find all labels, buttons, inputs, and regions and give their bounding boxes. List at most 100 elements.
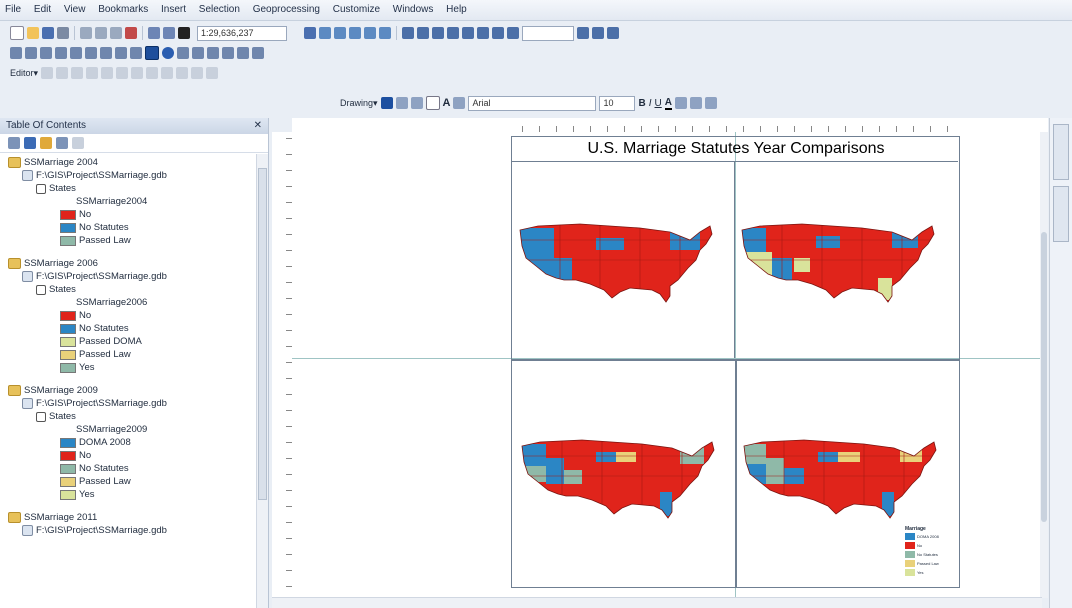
- back-icon[interactable]: [100, 47, 112, 59]
- add-data-icon[interactable]: [178, 27, 190, 39]
- hyperlink-icon[interactable]: [207, 47, 219, 59]
- select-arrow-icon[interactable]: [380, 97, 393, 109]
- toc-class[interactable]: No: [60, 449, 91, 462]
- list-by-source-icon[interactable]: [24, 137, 36, 149]
- layout-tool-icon[interactable]: [447, 27, 459, 39]
- catalog-tab[interactable]: [1053, 124, 1069, 180]
- toc-class[interactable]: Passed Law: [60, 348, 131, 361]
- zoom-out-icon[interactable]: [25, 47, 37, 59]
- menu-customize[interactable]: Customize: [328, 0, 385, 20]
- open-icon[interactable]: [27, 27, 39, 39]
- select-elements-icon[interactable]: [145, 46, 159, 60]
- italic-button[interactable]: I: [649, 98, 652, 109]
- arctoolbox-icon[interactable]: [364, 27, 376, 39]
- editor-toolbar-icon[interactable]: [304, 27, 316, 39]
- font-size-combo[interactable]: 10: [599, 95, 636, 111]
- fixed-zoom-in-icon[interactable]: [70, 47, 82, 59]
- time-slider-icon[interactable]: [237, 47, 249, 59]
- find-icon[interactable]: [177, 47, 189, 59]
- rotate-icon[interactable]: [395, 97, 408, 109]
- layer-checkbox[interactable]: [36, 284, 46, 295]
- layer-checkbox[interactable]: [36, 183, 46, 194]
- measure-icon[interactable]: [192, 47, 204, 59]
- undo-icon[interactable]: [148, 27, 160, 39]
- data-frame-2009[interactable]: [511, 360, 736, 588]
- pan-icon[interactable]: [40, 47, 52, 59]
- underline-button[interactable]: U: [655, 98, 662, 109]
- toc-icon[interactable]: [319, 27, 331, 39]
- toc-class[interactable]: Yes: [60, 488, 95, 501]
- toc-class[interactable]: Yes: [60, 361, 95, 374]
- toc-field-name[interactable]: SSMarriage2009: [76, 423, 147, 436]
- toc-layer[interactable]: States: [36, 283, 76, 296]
- layout-tool-icon[interactable]: [462, 27, 474, 39]
- menu-help[interactable]: Help: [441, 0, 472, 20]
- list-by-visibility-icon[interactable]: [40, 137, 52, 149]
- search-tab[interactable]: [1053, 186, 1069, 242]
- toc-source-path[interactable]: F:\GIS\Project\SSMarriage.gdb: [22, 397, 167, 410]
- redo-icon[interactable]: [163, 27, 175, 39]
- layout-vertical-scrollbar[interactable]: [1040, 132, 1048, 598]
- toc-data-frame[interactable]: SSMarriage 2004: [8, 156, 98, 169]
- full-extent-icon[interactable]: [55, 47, 67, 59]
- menu-file[interactable]: File: [0, 0, 26, 20]
- menu-edit[interactable]: Edit: [29, 0, 56, 20]
- options-icon[interactable]: [72, 137, 84, 149]
- menu-windows[interactable]: Windows: [388, 0, 439, 20]
- font-combo[interactable]: Arial: [468, 95, 597, 111]
- map-legend[interactable]: Marriage DOMA 2008 No No Statutes Passed La…: [905, 526, 955, 584]
- layout-tool-icon[interactable]: [607, 27, 619, 39]
- list-by-drawing-order-icon[interactable]: [8, 137, 20, 149]
- marker-color-icon[interactable]: [704, 97, 717, 109]
- menu-view[interactable]: View: [59, 0, 91, 20]
- toc-source-path[interactable]: F:\GIS\Project\SSMarriage.gdb: [22, 169, 167, 182]
- menu-geoprocessing[interactable]: Geoprocessing: [248, 0, 325, 20]
- new-icon[interactable]: [10, 26, 24, 40]
- toc-data-frame[interactable]: SSMarriage 2006: [8, 257, 98, 270]
- fixed-zoom-out-icon[interactable]: [85, 47, 97, 59]
- toc-class[interactable]: Passed Law: [60, 475, 131, 488]
- list-by-selection-icon[interactable]: [56, 137, 68, 149]
- delete-icon[interactable]: [125, 27, 137, 39]
- toc-class[interactable]: No: [60, 208, 91, 221]
- select-features-icon[interactable]: [130, 47, 142, 59]
- forward-icon[interactable]: [115, 47, 127, 59]
- layout-tool-icon[interactable]: [592, 27, 604, 39]
- toc-class[interactable]: No: [60, 309, 91, 322]
- catalog-icon[interactable]: [334, 27, 346, 39]
- identify-icon[interactable]: [162, 47, 174, 59]
- layout-horizontal-scrollbar[interactable]: [272, 597, 1042, 608]
- layout-tool-icon[interactable]: [577, 27, 589, 39]
- insert-picture-icon[interactable]: [453, 97, 466, 109]
- fill-color-icon[interactable]: [674, 97, 687, 109]
- zoom-in-icon[interactable]: [10, 47, 22, 59]
- paste-icon[interactable]: [110, 27, 122, 39]
- layout-tool-icon[interactable]: [417, 27, 429, 39]
- toc-data-frame[interactable]: SSMarriage 2009: [8, 384, 98, 397]
- layout-tool-icon[interactable]: [402, 27, 414, 39]
- html-popup-icon[interactable]: [222, 47, 234, 59]
- toc-field-name[interactable]: SSMarriage2004: [76, 195, 147, 208]
- toc-class[interactable]: DOMA 2008: [60, 436, 131, 449]
- toc-class[interactable]: No Statutes: [60, 221, 129, 234]
- layout-tool-icon[interactable]: [507, 27, 519, 39]
- rectangle-icon[interactable]: [425, 96, 440, 110]
- drawing-menu[interactable]: Drawing▾: [340, 98, 378, 109]
- copy-icon[interactable]: [95, 27, 107, 39]
- toc-class[interactable]: Passed DOMA: [60, 335, 142, 348]
- layout-tool-icon[interactable]: [492, 27, 504, 39]
- toc-source-path[interactable]: F:\GIS\Project\SSMarriage.gdb: [22, 524, 167, 537]
- toc-class[interactable]: No Statutes: [60, 322, 129, 335]
- toc-layer[interactable]: States: [36, 410, 76, 423]
- save-icon[interactable]: [42, 27, 54, 39]
- map-title[interactable]: U.S. Marriage Statutes Year Comparisons: [512, 140, 960, 158]
- toc-class[interactable]: Passed Law: [60, 234, 131, 247]
- toc-class[interactable]: No Statutes: [60, 462, 129, 475]
- top-maps-frame[interactable]: [511, 136, 960, 360]
- editor-menu[interactable]: Editor▾: [10, 68, 38, 79]
- menu-insert[interactable]: Insert: [156, 0, 191, 20]
- toc-data-frame[interactable]: SSMarriage 2011: [8, 511, 97, 524]
- toc-scrollbar[interactable]: [256, 154, 268, 608]
- cut-icon[interactable]: [80, 27, 92, 39]
- layer-checkbox[interactable]: [36, 411, 46, 422]
